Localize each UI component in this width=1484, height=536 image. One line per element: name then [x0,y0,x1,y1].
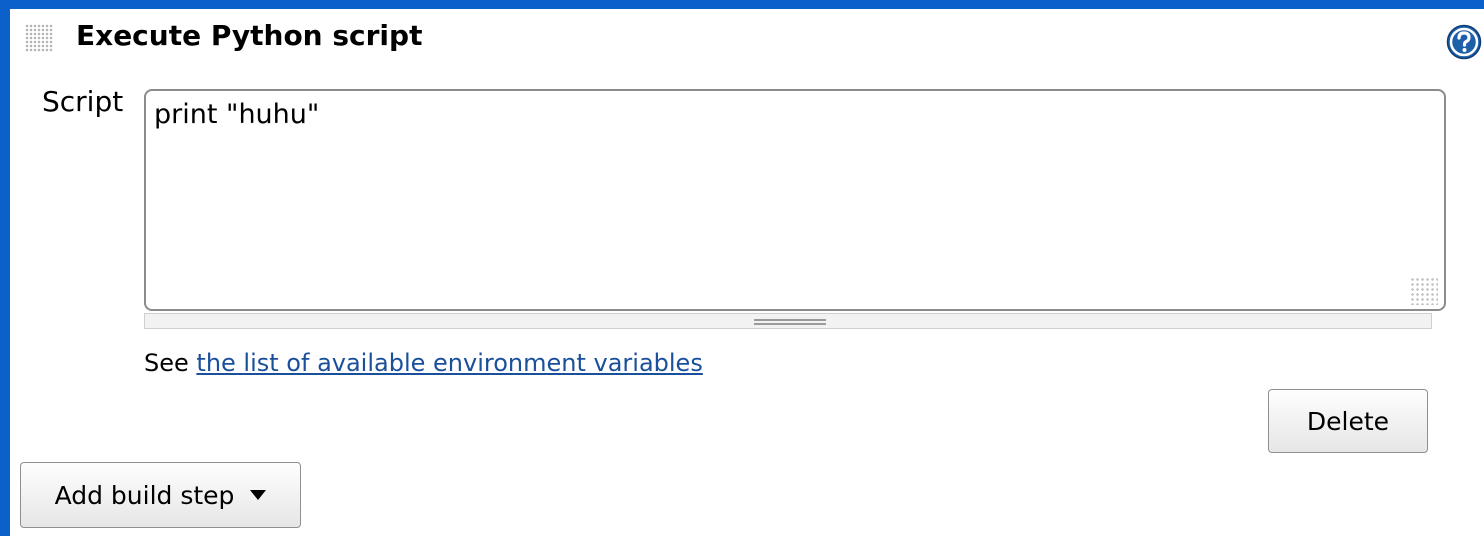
add-build-step-label: Add build step [54,480,235,510]
env-variables-hint: See the list of available environment va… [144,349,703,377]
delete-button-label: Delete [1306,406,1390,436]
drag-handle-icon[interactable] [25,24,53,52]
script-textarea[interactable]: print "huhu" [144,89,1446,311]
resizer-grip-line [754,323,826,325]
delete-button[interactable]: Delete [1268,389,1428,453]
add-build-step-button[interactable]: Add build step [20,462,301,528]
env-hint-prefix: See [144,349,197,377]
window-frame-left [0,0,10,536]
help-icon[interactable] [1446,24,1482,60]
caret-down-icon [250,490,267,500]
section-title: Execute Python script [76,19,423,52]
script-label: Script [42,85,124,118]
resizer-grip-line [754,319,826,321]
textarea-resizer[interactable] [144,313,1432,329]
textarea-resize-grip-icon[interactable] [1410,277,1438,305]
env-variables-link[interactable]: the list of available environment variab… [196,349,702,377]
window-frame-top [0,0,1484,9]
